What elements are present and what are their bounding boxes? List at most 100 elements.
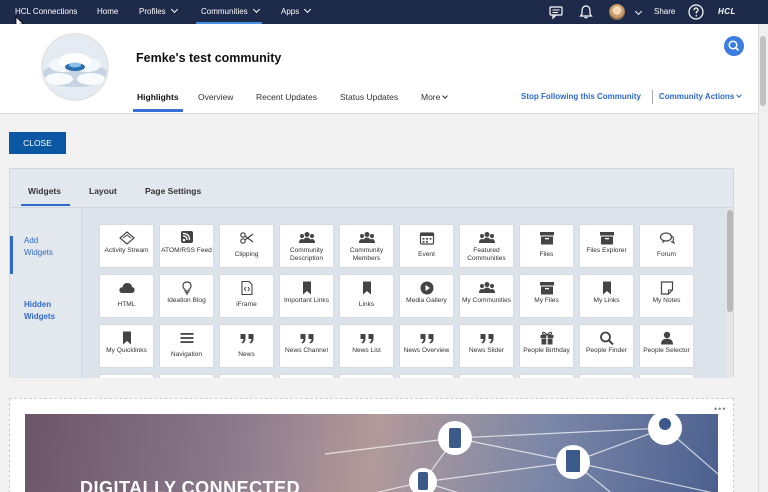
user-avatar[interactable] <box>609 4 625 20</box>
bookmark-icon <box>119 331 135 345</box>
widget-tile[interactable] <box>279 374 334 378</box>
tab-overview[interactable]: Overview <box>198 92 233 102</box>
widget-tile-html[interactable]: HTML <box>99 274 154 318</box>
bell-icon[interactable] <box>578 4 594 20</box>
widget-tile-label: My Links <box>593 297 620 304</box>
active-tab-indicator <box>133 109 183 112</box>
device-nodes <box>409 414 682 492</box>
widget-tile-label: News Slider <box>468 347 505 354</box>
widget-tile-community-description[interactable]: Community Description <box>279 224 334 268</box>
widget-tile-media-gallery[interactable]: Media Gallery <box>399 274 454 318</box>
widget-tile-forum[interactable]: Forum <box>639 224 694 268</box>
page-title: Femke's test community <box>136 51 282 65</box>
active-tab-indicator <box>21 204 70 206</box>
customize-panel: Widgets Layout Page Settings Add Widgets… <box>9 168 734 378</box>
widget-tile-clipping[interactable]: Clipping <box>219 224 274 268</box>
tab-page-settings[interactable]: Page Settings <box>145 186 201 196</box>
people-group-icon <box>299 231 315 245</box>
share-link[interactable]: Share <box>654 0 675 24</box>
search-button[interactable] <box>724 36 744 56</box>
widget-tile-news-channel[interactable]: News Channel <box>279 324 334 368</box>
widget-tile-ideation-blog[interactable]: Ideation Blog <box>159 274 214 318</box>
person-icon <box>659 331 675 345</box>
lightbulb-icon <box>179 281 195 295</box>
widget-tile[interactable] <box>579 374 634 378</box>
tab-more[interactable]: More <box>421 92 449 102</box>
widget-tile-event[interactable]: Event <box>399 224 454 268</box>
nav-communities[interactable]: Communities <box>196 0 262 24</box>
stop-following-link[interactable]: Stop Following this Community <box>521 92 641 101</box>
widget-tile-label: My Files <box>534 297 559 304</box>
widget-tile-activity-stream[interactable]: Activity Stream <box>99 224 154 268</box>
widget-tile[interactable] <box>519 374 574 378</box>
widget-grid-scrollbar-thumb[interactable] <box>727 210 733 312</box>
widget-tile-featured-communities[interactable]: Featured Communities <box>459 224 514 268</box>
widget-tile[interactable] <box>399 374 454 378</box>
people-group-icon <box>359 231 375 245</box>
menu-icon <box>179 331 195 345</box>
help-icon[interactable] <box>688 4 704 20</box>
nav-apps[interactable]: Apps <box>281 0 312 24</box>
widget-tile-label: News List <box>352 347 381 354</box>
widget-tile-people-finder[interactable]: People Finder <box>579 324 634 368</box>
page-scrollbar-thumb[interactable] <box>760 36 766 106</box>
widget-tile-files-explorer[interactable]: Files Explorer <box>579 224 634 268</box>
community-actions-menu[interactable]: Community Actions <box>659 92 743 101</box>
active-side-indicator <box>10 236 13 274</box>
widget-tile[interactable] <box>339 374 394 378</box>
widget-tile-my-quicklinks[interactable]: My Quicklinks <box>99 324 154 368</box>
widget-tile-news-overview[interactable]: News Overview <box>399 324 454 368</box>
search-icon <box>599 331 615 346</box>
tab-widgets[interactable]: Widgets <box>28 186 61 196</box>
widget-tile-label: Media Gallery <box>406 297 447 304</box>
cloud-icon <box>119 281 135 295</box>
widget-tile-label: Clipping <box>234 251 259 258</box>
widget-tile-people-selector[interactable]: People Selector <box>639 324 694 368</box>
widget-tile-news-list[interactable]: News List <box>339 324 394 368</box>
nav-home[interactable]: Home <box>97 0 118 24</box>
widget-tile-my-files[interactable]: My Files <box>519 274 574 318</box>
widget-tile-people-birthday[interactable]: People Birthday <box>519 324 574 368</box>
people-group-icon <box>479 231 495 245</box>
widget-tile-news[interactable]: News <box>219 324 274 368</box>
widget-tile-my-notes[interactable]: My Notes <box>639 274 694 318</box>
widget-tile-label: ATOM/RSS Feed <box>161 247 212 254</box>
tab-highlights[interactable]: Highlights <box>137 92 179 102</box>
widget-tile[interactable] <box>219 374 274 378</box>
widget-tile-files[interactable]: Files <box>519 224 574 268</box>
chevron-down-icon[interactable] <box>634 7 643 16</box>
widget-tile-links[interactable]: Links <box>339 274 394 318</box>
widget-tile-iframe[interactable]: iFrame <box>219 274 274 318</box>
chevron-down-icon <box>304 5 312 14</box>
widget-tile-my-links[interactable]: My Links <box>579 274 634 318</box>
widget-tile[interactable] <box>99 374 154 378</box>
widget-tile-label: Community Members <box>349 247 384 262</box>
more-options-icon[interactable]: ••• <box>714 404 726 414</box>
widget-tile[interactable] <box>459 374 514 378</box>
chat-icon[interactable] <box>548 4 564 20</box>
widget-tile-navigation[interactable]: Navigation <box>159 324 214 368</box>
widget-tile-my-communities[interactable]: My Communities <box>459 274 514 318</box>
community-logo <box>41 33 109 101</box>
widget-tile-important-links[interactable]: Important Links <box>279 274 334 318</box>
widget-tile-label: HTML <box>117 301 136 308</box>
close-button[interactable]: CLOSE <box>9 132 66 154</box>
tab-status-updates[interactable]: Status Updates <box>340 92 398 102</box>
chevron-down-icon <box>736 92 743 98</box>
widget-tile[interactable] <box>639 374 694 378</box>
activity-stream-icon <box>119 231 135 245</box>
widget-tile-community-members[interactable]: Community Members <box>339 224 394 268</box>
widget-tile-atom-rss-feed[interactable]: ATOM/RSS Feed <box>159 224 214 268</box>
hidden-widgets-link[interactable]: Hidden Widgets <box>24 299 55 323</box>
hcl-logo: HCL <box>718 7 736 16</box>
add-widgets-link[interactable]: Add Widgets <box>24 235 53 259</box>
widget-tile-label: Files <box>539 251 554 258</box>
widget-tile-news-slider[interactable]: News Slider <box>459 324 514 368</box>
box-icon <box>539 231 555 245</box>
widget-tile-label: News Channel <box>285 347 328 354</box>
nav-profiles[interactable]: Profiles <box>139 0 178 24</box>
tab-layout[interactable]: Layout <box>89 186 117 196</box>
widget-tile-label: Event <box>418 251 435 258</box>
tab-recent-updates[interactable]: Recent Updates <box>256 92 317 102</box>
widget-tile[interactable] <box>159 374 214 378</box>
